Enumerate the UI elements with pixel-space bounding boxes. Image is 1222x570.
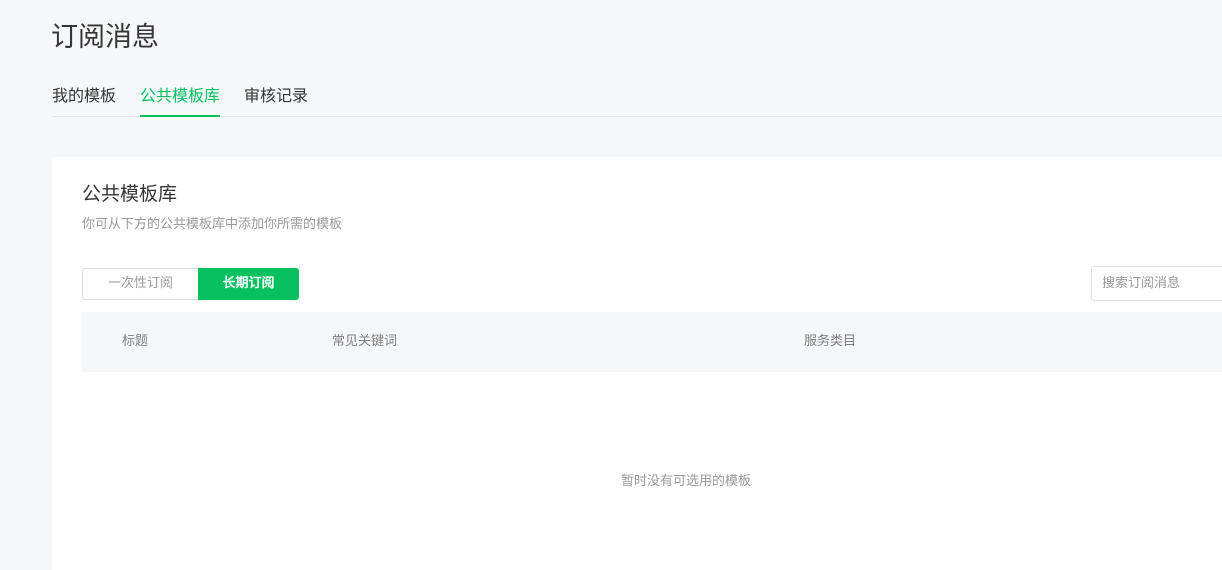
one-time-subscription-button[interactable]: 一次性订阅 [82, 268, 198, 300]
template-library-panel: 公共模板库 你可从下方的公共模板库中添加你所需的模板 一次性订阅 长期订阅 标题… [52, 157, 1222, 570]
tab-public-template-library[interactable]: 公共模板库 [140, 80, 221, 117]
panel-description: 你可从下方的公共模板库中添加你所需的模板 [82, 217, 343, 232]
tab-review-records[interactable]: 审核记录 [244, 80, 308, 116]
search-box [1091, 266, 1222, 301]
subscription-type-switch: 一次性订阅 长期订阅 [82, 268, 299, 300]
panel-title: 公共模板库 [82, 183, 178, 205]
page-title: 订阅消息 [51, 22, 159, 53]
search-input[interactable] [1092, 267, 1222, 300]
long-term-subscription-button[interactable]: 长期订阅 [198, 268, 299, 300]
table-header: 标题 常见关键词 服务类目 [82, 312, 1222, 372]
column-header-service-category: 服务类目 [804, 334, 857, 349]
column-header-title: 标题 [122, 334, 149, 349]
empty-state-text: 暂时没有可选用的模板 [621, 474, 752, 489]
tab-bar: 我的模板 公共模板库 审核记录 [52, 80, 1222, 117]
column-header-keywords: 常见关键词 [332, 334, 398, 349]
tab-my-templates[interactable]: 我的模板 [52, 80, 116, 116]
